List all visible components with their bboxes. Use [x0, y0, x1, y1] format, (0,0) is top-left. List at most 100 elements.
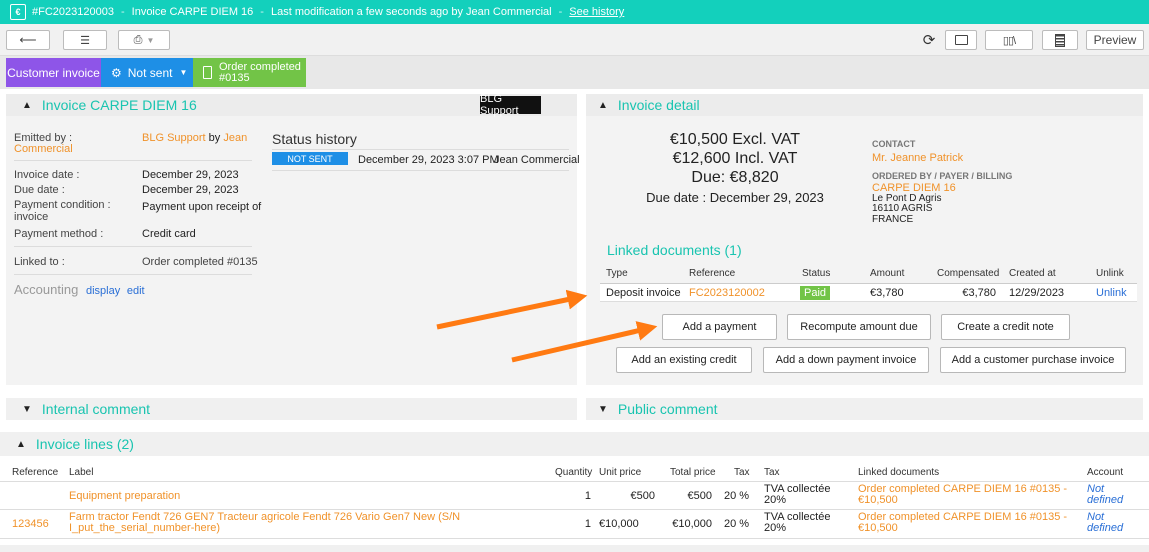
col-created-at: Created at	[1009, 268, 1056, 279]
line-label-link[interactable]: Farm tractor Fendt 726 GEN7 Tracteur agr…	[69, 512, 460, 534]
list-button[interactable]: ☰	[63, 30, 107, 50]
line-account-link[interactable]: Not defined	[1087, 484, 1123, 506]
print-menu-button[interactable]: ⎙ ▼	[118, 30, 170, 50]
col-label: Label	[69, 467, 94, 478]
order-completed-line1: Order completed	[219, 60, 301, 73]
title-bar: € #FC2023120003 - Invoice CARPE DIEM 16 …	[0, 0, 1149, 24]
linked-created-at: 12/29/2023	[1009, 287, 1065, 299]
invoice-detail-header[interactable]: ▲ Invoice detail	[586, 94, 1143, 116]
internal-comment-header[interactable]: ▼ Internal comment	[6, 398, 577, 420]
invoice-lines-header[interactable]: ▲ Invoice lines (2)	[0, 432, 1149, 456]
recompute-amount-button[interactable]: Recompute amount due	[787, 314, 931, 340]
line-unit-price: €10,000	[599, 518, 639, 530]
tax-name-line2: 20%	[764, 522, 787, 534]
label-line2: I_put_the_serial_number-here)	[69, 522, 221, 534]
collapse-triangle-icon: ▲	[16, 438, 26, 450]
add-existing-credit-button[interactable]: Add an existing credit	[616, 347, 752, 373]
address-country: FRANCE	[872, 213, 914, 225]
invoice-lines-title: Invoice lines (2)	[35, 436, 134, 452]
calculator-icon	[203, 66, 212, 79]
line-total-price: €10,000	[672, 518, 712, 530]
table-row: Equipment preparation 1 €500 €500 20 % T…	[0, 482, 1149, 510]
public-comment-title: Public comment	[617, 401, 718, 417]
add-payment-button[interactable]: Add a payment	[662, 314, 777, 340]
see-history-link[interactable]: See history	[569, 6, 624, 18]
not-sent-dropdown[interactable]: ⚙ Not sent ▼	[101, 58, 193, 87]
accounting-display-link[interactable]: display	[86, 285, 120, 297]
line-account-link[interactable]: Not defined	[1087, 512, 1123, 534]
collapse-triangle-icon: ▲	[598, 99, 608, 111]
caret-down-icon: ▼	[179, 68, 188, 77]
emitting-company-link[interactable]: BLG Support	[142, 132, 206, 144]
emitting-person-link[interactable]: Jean	[223, 132, 247, 144]
linked-line2: €10,500	[858, 522, 898, 534]
library-button[interactable]: ▯▯\	[985, 30, 1033, 50]
order-completed-line2: #0135	[219, 71, 250, 84]
col-unit-price: Unit price	[599, 467, 642, 478]
col-amount: Amount	[870, 268, 905, 279]
divider	[14, 246, 252, 247]
document-view-button[interactable]	[1042, 30, 1078, 50]
col-reference: Reference	[12, 467, 59, 478]
linked-documents-title: Linked documents (1)	[607, 242, 742, 258]
order-completed-link[interactable]: Order completed #0135	[193, 58, 306, 87]
internal-comment-title: Internal comment	[41, 401, 151, 417]
invoice-date-label: Invoice date :	[14, 169, 80, 181]
linked-order-link[interactable]: Order completed #0135	[142, 256, 258, 268]
billing-company-link[interactable]: CARPE DIEM 16	[872, 183, 956, 194]
line-linked-document-link[interactable]: Order completed CARPE DIEM 16 #0135 - €1…	[858, 512, 1067, 534]
line-tax-rate: 20 %	[724, 490, 750, 502]
linked-type: Deposit invoice	[606, 287, 681, 299]
invoice-lines-column-header: Reference Label Quantity Unit price Tota…	[0, 462, 1149, 482]
divider	[272, 149, 569, 150]
refresh-icon[interactable]: ⟳	[920, 30, 938, 50]
back-button[interactable]: ⟵	[6, 30, 50, 50]
line-label-link[interactable]: Equipment preparation	[69, 490, 180, 502]
divider	[272, 170, 569, 171]
contact-name-link[interactable]: Mr. Jeanne Patrick	[872, 152, 963, 164]
line-reference[interactable]: 123456	[12, 518, 49, 530]
billing-address: CARPE DIEM 16 Le Pont D Agris 16110 AGRI…	[872, 183, 956, 225]
amount-due: Due: €8,820	[691, 169, 779, 186]
title-separator: -	[260, 6, 264, 18]
linked-amount: €3,780	[870, 287, 904, 299]
invoice-panel-title: Invoice CARPE DIEM 16	[41, 97, 197, 113]
col-total-price: Total price	[670, 467, 716, 478]
screen-view-button[interactable]	[945, 30, 977, 50]
line-total-price: €500	[687, 490, 712, 502]
title-separator: -	[120, 6, 125, 18]
amount-summary: €10,500 Excl. VAT €12,600 Incl. VAT Due:…	[620, 130, 850, 187]
emitted-person-wrap: Commercial	[14, 144, 73, 155]
invoice-document-icon: €	[10, 4, 26, 20]
emitted-person-line2[interactable]: Commercial	[14, 143, 73, 155]
collapse-triangle-icon: ▲	[22, 99, 32, 111]
linked-line2: €10,500	[858, 494, 898, 506]
invoice-date-value: December 29, 2023	[142, 169, 239, 181]
public-comment-header[interactable]: ▼ Public comment	[586, 398, 1143, 420]
add-purchase-invoice-button[interactable]: Add a customer purchase invoice	[940, 347, 1126, 373]
preview-button[interactable]: Preview	[1086, 30, 1144, 50]
col-reference: Reference	[689, 268, 736, 279]
accounting-edit-link[interactable]: edit	[127, 285, 145, 297]
table-row: 123456 Farm tractor Fendt 726 GEN7 Tract…	[0, 510, 1149, 539]
linked-reference-link[interactable]: FC2023120002	[689, 287, 765, 299]
linked-document-row: Deposit invoice FC2023120002 Paid €3,780…	[600, 283, 1137, 302]
col-status: Status	[802, 268, 831, 279]
linked-documents-header: Type Reference Status Amount Compensated…	[600, 262, 1137, 282]
document-number: #FC2023120003	[32, 6, 114, 18]
create-credit-note-button[interactable]: Create a credit note	[941, 314, 1070, 340]
list-icon: ☰	[80, 34, 90, 47]
unlink-link[interactable]: Unlink	[1096, 287, 1127, 299]
expand-triangle-icon: ▼	[598, 403, 608, 415]
emitted-by-value: BLG Support by Jean	[142, 133, 247, 144]
payment-condition-value: Payment upon receipt of	[142, 201, 262, 213]
add-down-payment-button[interactable]: Add a down payment invoice	[763, 347, 929, 373]
line-quantity: 1	[584, 490, 591, 502]
divider	[14, 274, 252, 275]
customer-invoice-tab[interactable]: Customer invoice	[6, 58, 101, 87]
document-icon	[1055, 33, 1065, 47]
line-linked-document-link[interactable]: Order completed CARPE DIEM 16 #0135 - €1…	[858, 484, 1067, 506]
amount-incl-vat: €12,600 Incl. VAT	[672, 150, 798, 167]
ordered-by-label: ORDERED BY / PAYER / BILLING	[872, 171, 1013, 181]
due-date-value: December 29, 2023	[142, 184, 239, 196]
